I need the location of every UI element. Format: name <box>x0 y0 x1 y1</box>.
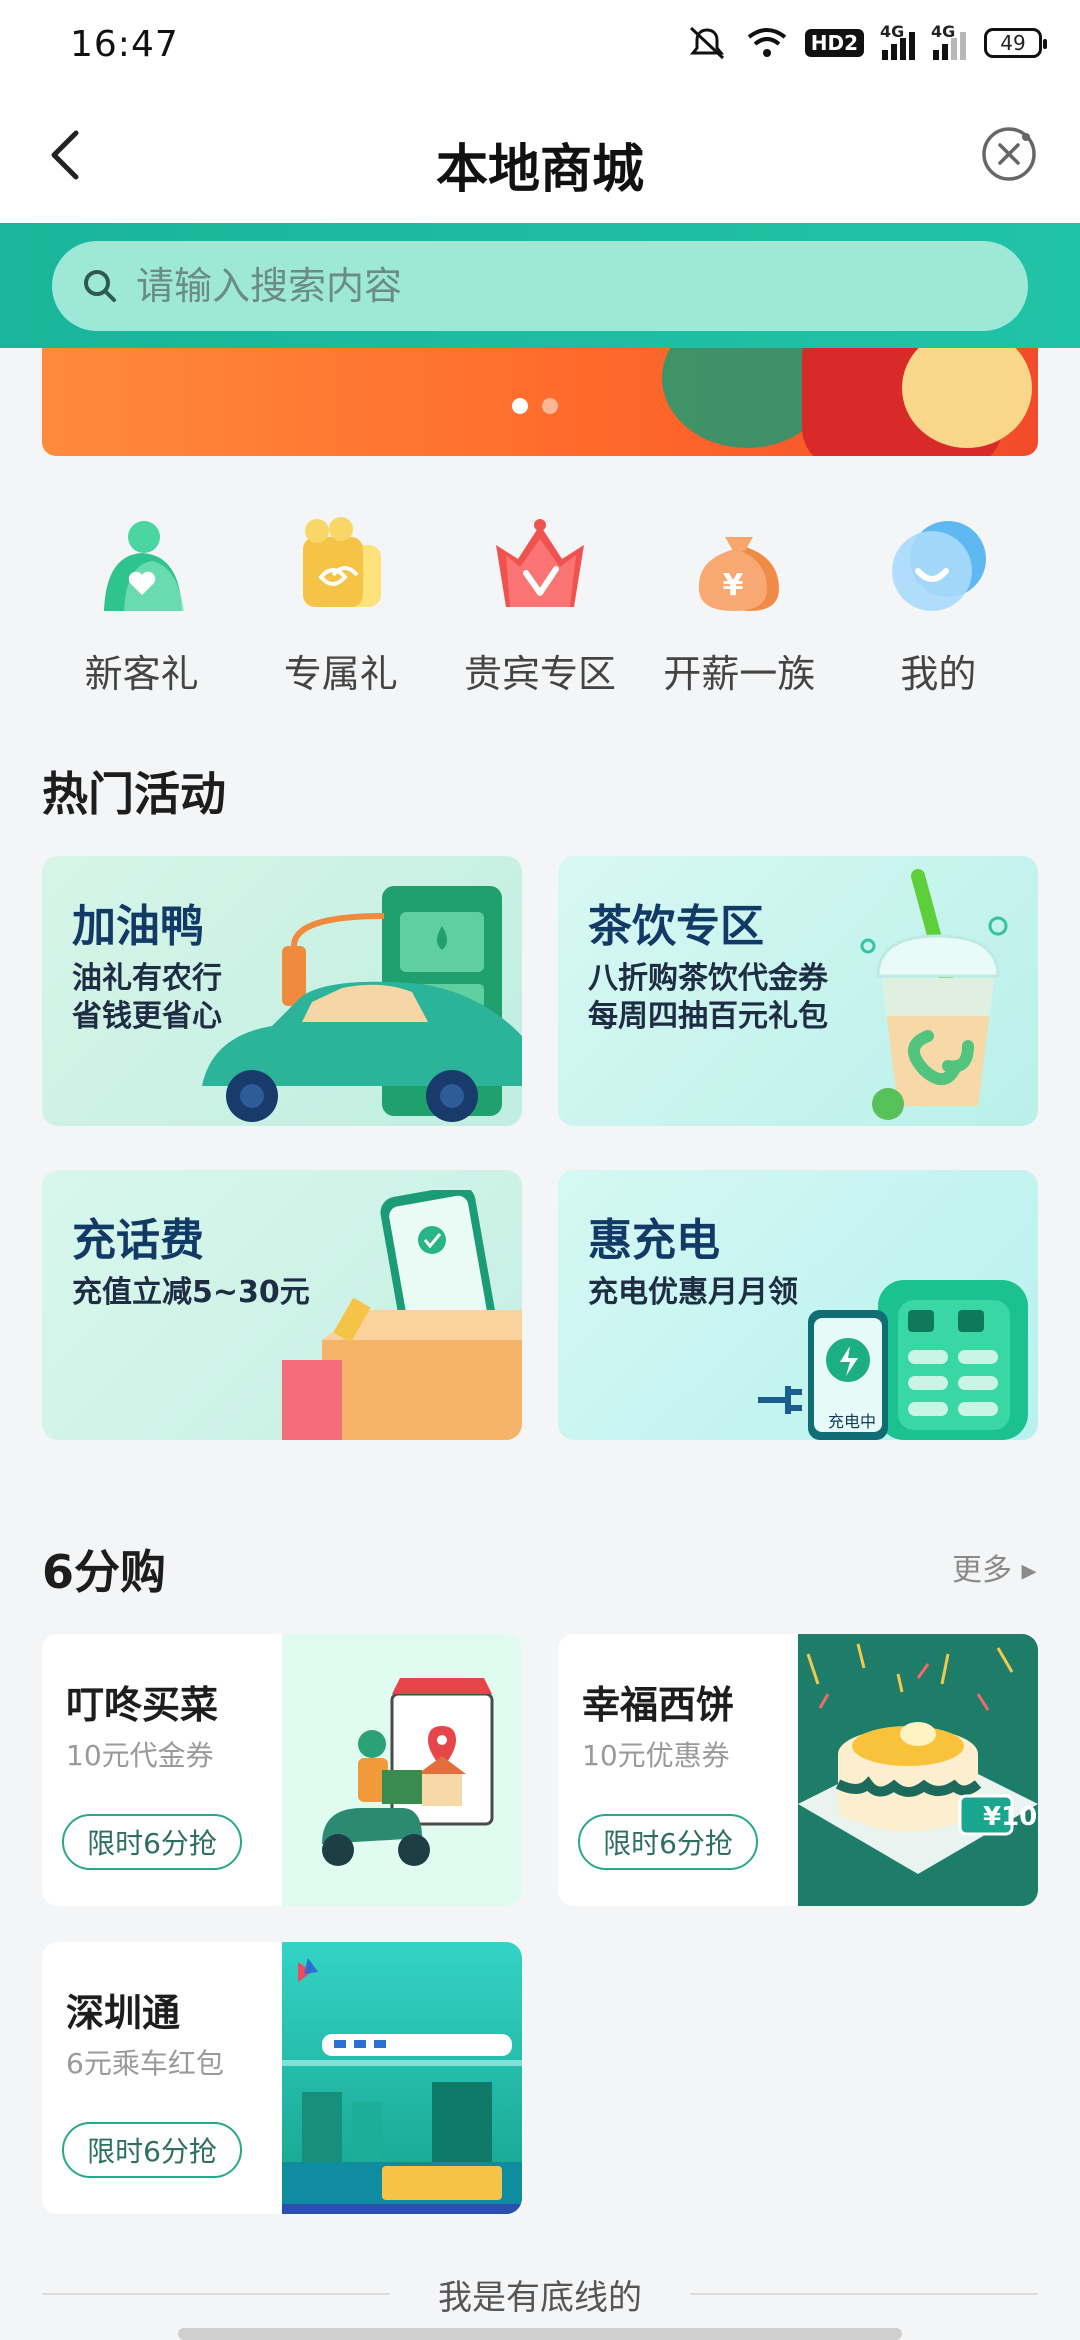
transit-card-image <box>282 1942 522 2214</box>
activity-subtitle: 充值立减5~30元 <box>72 1275 310 1310</box>
deal-subtitle: 10元优惠券 <box>582 1739 730 1772</box>
search-band <box>0 223 1080 348</box>
gift-bag-icon <box>82 515 202 615</box>
deal-card-shenzhentong[interactable]: 深圳通 6元乘车红包 限时6分抢 <box>42 1942 522 2214</box>
search-input[interactable] <box>134 263 938 309</box>
grab-button[interactable]: 限时6分抢 <box>62 2122 242 2178</box>
activity-title: 惠充电 <box>588 1215 720 1266</box>
category-mine[interactable]: 我的 <box>839 515 1038 696</box>
battery-icon: 49 <box>984 28 1047 58</box>
price-tag: ¥10 <box>983 1802 1038 1832</box>
category-vip[interactable]: 贵宾专区 <box>440 515 639 696</box>
phone-topup-illustration <box>282 1190 522 1440</box>
footer-text: 我是有底线的 <box>390 2270 690 2319</box>
mute-icon <box>685 26 729 60</box>
category-new-customer[interactable]: 新客礼 <box>42 515 241 696</box>
status-bar: 16:47 HD2 4G 4G 49 <box>0 0 1080 95</box>
signal-icon-2: 4G <box>931 22 966 60</box>
category-exclusive[interactable]: 专属礼 <box>241 515 440 696</box>
deal-card-dingdong[interactable]: 叮咚买菜 10元代金券 限时6分抢 <box>42 1634 522 1906</box>
wifi-icon <box>747 27 787 59</box>
category-label: 贵宾专区 <box>464 652 617 696</box>
status-icons: HD2 4G 4G 49 <box>685 22 1047 60</box>
home-indicator[interactable] <box>178 2328 902 2340</box>
activity-card-ev-charging[interactable]: 惠充电 充电优惠月月领 充电中 <box>558 1170 1038 1440</box>
activity-title: 充话费 <box>72 1215 204 1266</box>
nav-header: 本地商城 <box>0 95 1080 223</box>
close-circle-icon <box>982 127 1036 181</box>
grab-button[interactable]: 限时6分抢 <box>578 1814 758 1870</box>
cake-image <box>798 1634 1038 1906</box>
money-bag-icon: ¥ <box>679 515 799 615</box>
deal-title: 叮咚买菜 <box>66 1683 219 1727</box>
activity-card-fuel[interactable]: 加油鸭 油礼有农行 省钱更省心 <box>42 856 522 1126</box>
hd-badge: HD2 <box>804 29 864 57</box>
hot-activities-title: 热门活动 <box>42 767 226 821</box>
more-link[interactable]: 更多 ▸ <box>952 1545 1037 1589</box>
gift-box-icon <box>281 515 401 615</box>
activity-subtitle: 油礼有农行 省钱更省心 <box>72 961 222 1034</box>
activity-subtitle: 八折购茶饮代金券 每周四抽百元礼包 <box>588 961 828 1034</box>
svg-text:¥: ¥ <box>723 568 744 603</box>
search-box[interactable] <box>52 241 1028 331</box>
smile-bubble-icon <box>878 515 998 615</box>
deal-card-xingfu[interactable]: 幸福西饼 10元优惠券 限时6分抢 ¥10 <box>558 1634 1038 1906</box>
signal-icon-1: 4G <box>880 22 915 60</box>
close-button[interactable] <box>980 125 1038 183</box>
activity-title: 加油鸭 <box>72 901 204 952</box>
category-payday[interactable]: ¥ 开薪一族 <box>640 515 839 696</box>
category-row: 新客礼 专属礼 贵宾专区 ¥ 开薪一族 我的 <box>42 515 1038 696</box>
battery-level: 49 <box>1000 31 1026 55</box>
charging-station-illustration <box>758 1280 1028 1440</box>
bubble-tea-illustration <box>860 869 1008 1120</box>
activity-card-tea[interactable]: 茶饮专区 八折购茶饮代金券 每周四抽百元礼包 <box>558 856 1038 1126</box>
deal-title: 幸福西饼 <box>582 1683 735 1727</box>
deal-subtitle: 6元乘车红包 <box>66 2047 224 2080</box>
six-cent-deals-title: 6分购 <box>42 1545 167 1599</box>
category-label: 新客礼 <box>84 652 199 696</box>
banner-dot-active <box>512 398 528 414</box>
crown-icon <box>480 515 600 615</box>
delivery-scooter-image <box>282 1634 522 1906</box>
deal-subtitle: 10元代金券 <box>66 1739 214 1772</box>
promo-banner[interactable] <box>42 348 1038 456</box>
charging-badge: 充电中 <box>828 1412 877 1431</box>
banner-dot <box>542 398 558 414</box>
banner-pagination <box>512 398 558 414</box>
category-label: 我的 <box>900 652 977 696</box>
activity-title: 茶饮专区 <box>588 901 764 952</box>
search-icon <box>84 270 116 302</box>
category-label: 专属礼 <box>283 652 398 696</box>
deal-title: 深圳通 <box>66 1991 181 2035</box>
net-type-1: 4G <box>880 22 905 41</box>
activity-card-phone-topup[interactable]: 充话费 充值立减5~30元 <box>42 1170 522 1440</box>
gas-station-car-illustration <box>202 886 522 1122</box>
page-title: 本地商城 <box>435 140 644 200</box>
status-time: 16:47 <box>70 24 179 65</box>
category-label: 开薪一族 <box>663 652 816 696</box>
grab-button[interactable]: 限时6分抢 <box>62 1814 242 1870</box>
